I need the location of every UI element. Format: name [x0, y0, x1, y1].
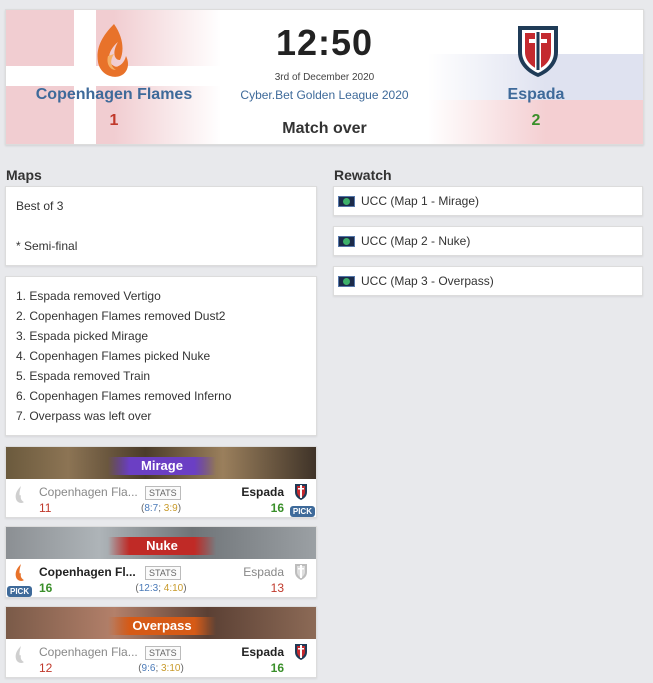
map-banner: Nuke	[6, 527, 316, 559]
rewatch-label: UCC (Map 1 - Mirage)	[361, 194, 480, 208]
veto-item: 5. Espada removed Train	[16, 369, 151, 383]
flame-icon	[15, 564, 24, 581]
match-format-panel: Best of 3 * Semi-final	[5, 186, 317, 266]
rewatch-item-map3[interactable]: UCC (Map 3 - Overpass)	[333, 266, 643, 296]
map-name: Overpass	[108, 617, 216, 635]
map-result-card-overpass: Overpass Copenhagen Fla... 12 STATS (9:6…	[5, 606, 317, 678]
stats-button[interactable]: STATS	[145, 566, 181, 580]
stream-thumbnail-icon	[338, 275, 355, 287]
veto-item: 4. Copenhagen Flames picked Nuke	[16, 349, 211, 363]
team2-score: 2	[531, 112, 541, 129]
pick-badge: PICK	[289, 506, 315, 517]
map-banner: Overpass	[6, 607, 316, 639]
half-scores: (12:3; 4:10)	[135, 583, 187, 594]
maps-heading: Maps	[6, 167, 42, 183]
stats-button[interactable]: STATS	[145, 646, 181, 660]
stream-thumbnail-icon	[338, 235, 355, 247]
shield-sword-icon	[295, 484, 307, 500]
rewatch-label: UCC (Map 2 - Nuke)	[361, 234, 471, 248]
team2-name[interactable]: Espada	[243, 565, 284, 579]
team2-name[interactable]: Espada	[241, 645, 284, 659]
format-line: Best of 3	[16, 199, 64, 213]
team2-map-score: 16	[270, 501, 284, 515]
flame-icon	[15, 486, 24, 503]
team1-name[interactable]: Copenhagen Fla...	[39, 645, 138, 659]
team2-name[interactable]: Espada	[436, 86, 636, 104]
flame-icon	[15, 646, 24, 663]
rewatch-heading: Rewatch	[334, 167, 392, 183]
map-banner: Mirage	[6, 447, 316, 479]
match-header: Copenhagen Flames 1 12:50 3rd of Decembe…	[5, 9, 644, 145]
team2-map-score: 16	[270, 661, 284, 675]
veto-item: 3. Espada picked Mirage	[16, 329, 149, 343]
stats-button[interactable]: STATS	[145, 486, 181, 500]
shield-sword-icon	[295, 564, 307, 580]
format-line	[16, 216, 306, 236]
espada-logo-icon[interactable]	[516, 22, 560, 78]
map-result-card-mirage: Mirage Copenhagen Fla... 11 STATS (8:7; …	[5, 446, 317, 518]
shield-sword-icon	[295, 644, 307, 660]
team2-name[interactable]: Espada	[241, 485, 284, 499]
format-line: * Semi-final	[16, 239, 78, 253]
rewatch-label: UCC (Map 3 - Overpass)	[361, 274, 494, 288]
veto-item: 6. Copenhagen Flames removed Inferno	[16, 389, 232, 403]
veto-item: 1. Espada removed Vertigo	[16, 289, 161, 303]
half-scores: (8:7; 3:9)	[140, 503, 182, 514]
stream-thumbnail-icon	[338, 195, 355, 207]
half-scores: (9:6; 3:10)	[138, 663, 184, 674]
map-result-card-nuke: Nuke PICK Copenhagen Fl... 16 STATS (12:…	[5, 526, 317, 598]
map-name: Mirage	[108, 457, 216, 475]
rewatch-item-map1[interactable]: UCC (Map 1 - Mirage)	[333, 186, 643, 216]
veto-item: 7. Overpass was left over	[16, 409, 152, 423]
rewatch-item-map2[interactable]: UCC (Map 2 - Nuke)	[333, 226, 643, 256]
veto-item: 2. Copenhagen Flames removed Dust2	[16, 309, 226, 323]
map-name: Nuke	[108, 537, 216, 555]
map-veto-panel: 1. Espada removed Vertigo 2. Copenhagen …	[5, 276, 317, 436]
team1-name[interactable]: Copenhagen Fla...	[39, 485, 138, 499]
team1-name[interactable]: Copenhagen Fl...	[39, 565, 136, 579]
team2-map-score: 13	[270, 581, 284, 595]
